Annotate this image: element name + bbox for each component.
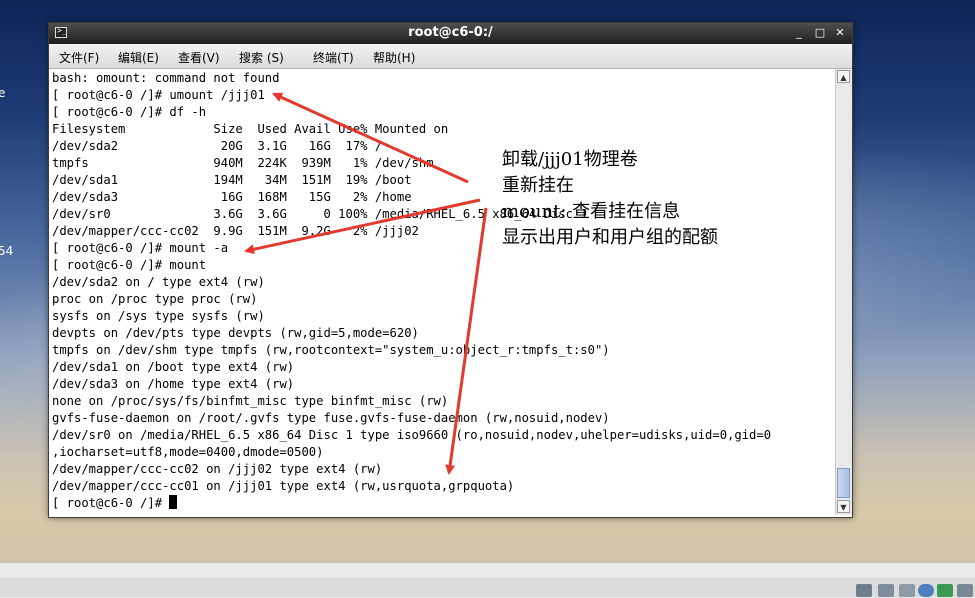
annotation-unmount: 卸载/jjj01物理卷: [502, 149, 638, 170]
annotation-remount: 重新挂在: [502, 175, 574, 196]
arrow-to-mount-a: [244, 198, 481, 255]
annotation-quota: 显示出用户和用户组的配额: [502, 227, 718, 248]
shared-folder-icon[interactable]: [937, 584, 953, 597]
display-icon[interactable]: [957, 584, 973, 597]
arrow-to-umount: [272, 92, 469, 184]
usb-icon[interactable]: [899, 584, 915, 597]
host-status-strip: [0, 578, 975, 597]
annotation-arrows: [244, 92, 488, 475]
annotation-mount-info: mount: 查看挂在信息: [502, 201, 681, 222]
cd-icon[interactable]: [878, 584, 894, 597]
network-icon[interactable]: [918, 584, 934, 597]
hdd-icon[interactable]: [856, 584, 872, 597]
arrow-to-quota-line: [445, 207, 488, 475]
